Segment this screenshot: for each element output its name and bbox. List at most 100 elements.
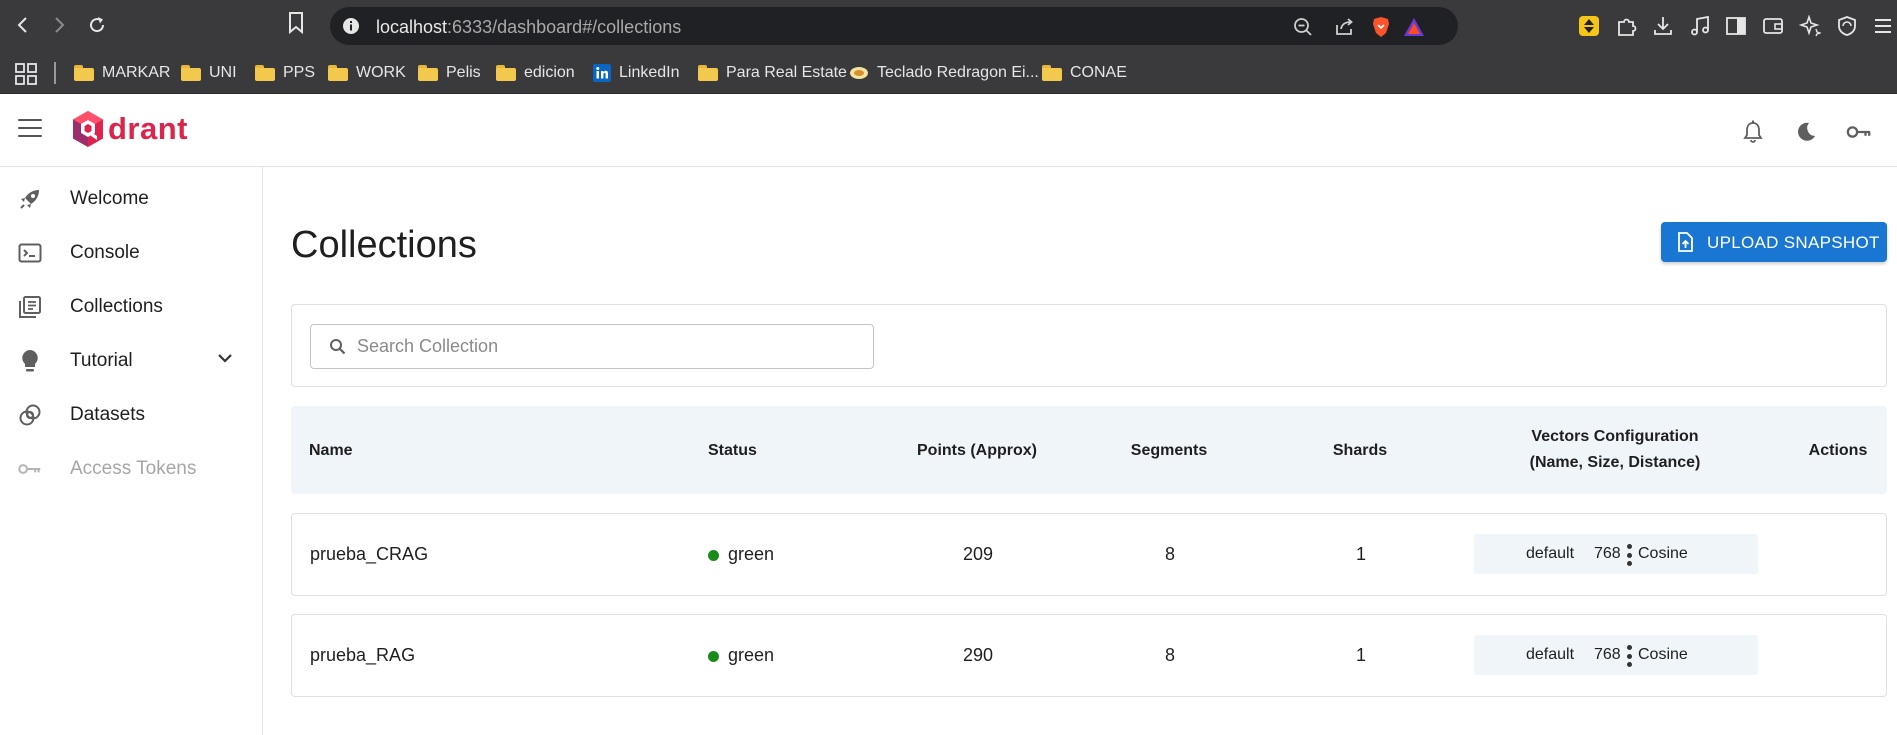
column-header-name[interactable]: Name xyxy=(309,442,353,460)
sidebar-item-label: Welcome xyxy=(70,188,149,209)
collection-name[interactable]: prueba_RAG xyxy=(310,645,415,666)
vector-config: default 768 Cosine xyxy=(1474,635,1758,675)
collection-segments: 8 xyxy=(1164,645,1176,665)
bookmark-teclado-redragon[interactable]: Teclado Redragon Ei... xyxy=(849,61,1039,85)
linkedin-icon xyxy=(593,64,611,82)
column-header-actions: Actions xyxy=(1808,442,1868,459)
bookmark-page-icon[interactable] xyxy=(288,12,304,34)
more-vert-icon[interactable] xyxy=(1626,544,1632,566)
notifications-bell-icon[interactable] xyxy=(1740,119,1766,145)
column-header-status[interactable]: Status xyxy=(708,442,757,460)
brave-rewards-icon[interactable] xyxy=(1403,16,1425,38)
app-header: drant xyxy=(0,95,1897,167)
vector-size: 768 xyxy=(1594,646,1621,663)
lightbulb-icon xyxy=(18,349,42,373)
qdrant-logo[interactable]: drant xyxy=(70,109,188,149)
table-row[interactable]: prueba_RAG green 290 8 1 default 768 Cos… xyxy=(291,614,1887,697)
bookmark-pps[interactable]: PPS xyxy=(255,61,315,85)
search-field[interactable] xyxy=(310,324,874,369)
upload-snapshot-button[interactable]: UPLOAD SNAPSHOT xyxy=(1661,222,1887,262)
library-books-icon xyxy=(18,295,42,319)
extension-yellow-icon[interactable] xyxy=(1576,13,1602,39)
menu-icon[interactable] xyxy=(18,119,42,139)
upload-snapshot-label: UPLOAD SNAPSHOT xyxy=(1707,233,1880,252)
sidebar-item-label: Collections xyxy=(70,296,163,317)
file-upload-icon xyxy=(1677,232,1693,252)
wallet-icon[interactable] xyxy=(1760,13,1786,39)
sidebar-item-access-tokens[interactable]: Access Tokens xyxy=(0,445,262,491)
brave-shields-icon[interactable] xyxy=(1370,16,1392,38)
bookmark-linkedin[interactable]: LinkedIn xyxy=(593,61,680,85)
bookmark-pelis[interactable]: Pelis xyxy=(418,61,481,85)
bookmark-label: LinkedIn xyxy=(619,64,680,81)
logo-wordmark: drant xyxy=(108,111,188,146)
bookmark-edicion[interactable]: edicion xyxy=(496,61,575,85)
search-card xyxy=(291,304,1887,387)
collection-status: green xyxy=(728,645,775,665)
status-dot xyxy=(708,550,719,561)
sidebar-item-datasets[interactable]: Datasets xyxy=(0,391,262,437)
collection-status: green xyxy=(728,544,775,564)
collection-shards: 1 xyxy=(1355,544,1367,564)
leo-ai-icon[interactable] xyxy=(1797,13,1823,39)
collection-name[interactable]: prueba_CRAG xyxy=(310,544,428,565)
reload-icon[interactable] xyxy=(82,10,112,40)
api-key-icon[interactable] xyxy=(1846,119,1872,145)
bookmark-work[interactable]: WORK xyxy=(328,61,406,85)
dark-mode-moon-icon[interactable] xyxy=(1793,119,1819,145)
bookmark-conae[interactable]: CONAE xyxy=(1042,61,1127,85)
sidebar-item-label: Access Tokens xyxy=(70,458,197,479)
vpn-shield-icon[interactable] xyxy=(1834,13,1860,39)
bookmark-label: WORK xyxy=(356,64,406,81)
browser-menu-icon[interactable] xyxy=(1870,13,1896,39)
bookmark-label: edicion xyxy=(524,64,575,81)
rocket-icon xyxy=(18,187,42,211)
back-icon[interactable] xyxy=(8,10,38,40)
terminal-icon xyxy=(18,241,42,265)
sidebar-item-tutorial[interactable]: Tutorial xyxy=(0,337,262,383)
bookmarks-bar: MARKAR UNI PPS WORK Pelis edicion Linked… xyxy=(0,52,1897,94)
apps-grid-icon[interactable] xyxy=(14,62,38,86)
bookmark-uni[interactable]: UNI xyxy=(181,61,237,85)
page-title: Collections xyxy=(291,224,477,266)
sidebar-item-console[interactable]: Console xyxy=(0,229,262,275)
extensions-puzzle-icon[interactable] xyxy=(1614,13,1640,39)
status-dot xyxy=(708,651,719,662)
column-header-shards[interactable]: Shards xyxy=(1333,442,1387,460)
sidebar-item-welcome[interactable]: Welcome xyxy=(0,175,262,221)
downloads-icon[interactable] xyxy=(1650,13,1676,39)
sidebar-toggle-icon[interactable] xyxy=(1723,13,1749,39)
datasets-icon xyxy=(18,403,42,427)
folder-icon xyxy=(255,65,275,81)
share-icon[interactable] xyxy=(1333,16,1355,38)
key-icon xyxy=(18,457,42,481)
sidebar-nav: Welcome Console Collections Tutorial Dat… xyxy=(0,167,263,735)
chevron-down-icon[interactable] xyxy=(216,352,234,364)
vector-distance: Cosine xyxy=(1638,646,1688,663)
search-icon xyxy=(329,338,346,355)
site-info-icon[interactable] xyxy=(342,17,360,35)
collection-points: 290 xyxy=(962,645,994,665)
vector-name: default xyxy=(1526,646,1575,663)
sidebar-item-collections[interactable]: Collections xyxy=(0,283,262,329)
forward-icon[interactable] xyxy=(44,10,74,40)
media-music-icon[interactable] xyxy=(1687,13,1713,39)
search-collection-input[interactable] xyxy=(357,325,857,368)
url-text[interactable]: localhost:6333/dashboard#/collections xyxy=(376,17,681,38)
column-header-segments[interactable]: Segments xyxy=(1131,442,1207,460)
address-bar[interactable]: localhost:6333/dashboard#/collections xyxy=(330,7,1458,45)
table-row[interactable]: prueba_CRAG green 209 8 1 default 768 Co… xyxy=(291,513,1887,596)
bookmarks-separator xyxy=(54,62,56,84)
bookmark-markar[interactable]: MARKAR xyxy=(74,61,170,85)
folder-icon xyxy=(698,65,718,81)
bookmark-para-real-estate[interactable]: Para Real Estate xyxy=(698,61,847,85)
bookmark-label: Pelis xyxy=(446,64,481,81)
vector-size: 768 xyxy=(1594,545,1621,562)
collection-shards: 1 xyxy=(1355,645,1367,665)
column-header-points[interactable]: Points (Approx) xyxy=(917,442,1037,460)
more-vert-icon[interactable] xyxy=(1626,645,1632,667)
bookmark-label: UNI xyxy=(209,64,237,81)
zoom-out-icon[interactable] xyxy=(1292,16,1314,38)
column-header-vectors[interactable]: Vectors Configuration (Name, Size, Dista… xyxy=(1530,424,1701,476)
browser-toolbar: localhost:6333/dashboard#/collections xyxy=(0,0,1897,52)
